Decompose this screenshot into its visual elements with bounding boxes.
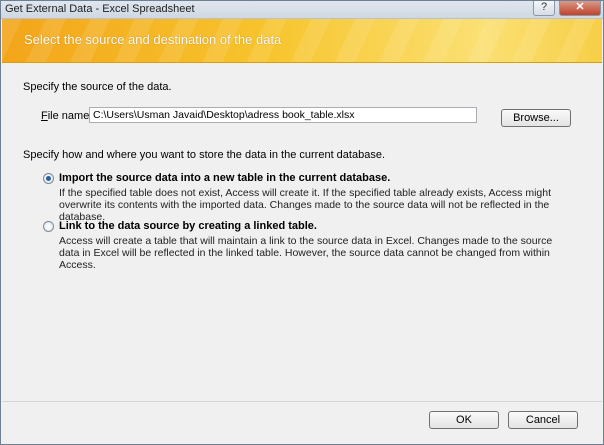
destination-label: Specify how and where you want to store … [23, 149, 386, 161]
cancel-button[interactable]: Cancel [508, 411, 578, 429]
banner-heading: Select the source and destination of the… [24, 32, 282, 47]
file-name-input[interactable]: C:\Users\Usman Javaid\Desktop\adress boo… [89, 107, 477, 123]
header-banner: Select the source and destination of the… [2, 19, 602, 63]
window-title: Get External Data - Excel Spreadsheet [5, 3, 195, 15]
source-label: Specify the source of the data. [23, 81, 172, 93]
help-button[interactable]: ? [533, 1, 555, 16]
link-option-title[interactable]: Link to the data source by creating a li… [59, 220, 317, 232]
browse-button[interactable]: Browse... [501, 109, 571, 127]
import-radio[interactable] [43, 173, 54, 184]
footer-divider [2, 401, 602, 402]
link-option-description: Access will create a table that will mai… [59, 235, 553, 271]
file-name-label: File name: [41, 110, 92, 122]
import-option-description: If the specified table does not exist, A… [59, 187, 551, 223]
ok-button[interactable]: OK [429, 411, 499, 429]
dialog-window: Get External Data - Excel Spreadsheet ? … [0, 0, 604, 445]
file-name-access-key: F [41, 110, 48, 122]
title-bar[interactable]: Get External Data - Excel Spreadsheet ? … [1, 1, 603, 19]
file-name-label-text: ile name: [47, 110, 93, 122]
close-button[interactable]: ✕ [559, 1, 601, 16]
import-option-title[interactable]: Import the source data into a new table … [59, 172, 390, 184]
link-radio[interactable] [43, 221, 54, 232]
